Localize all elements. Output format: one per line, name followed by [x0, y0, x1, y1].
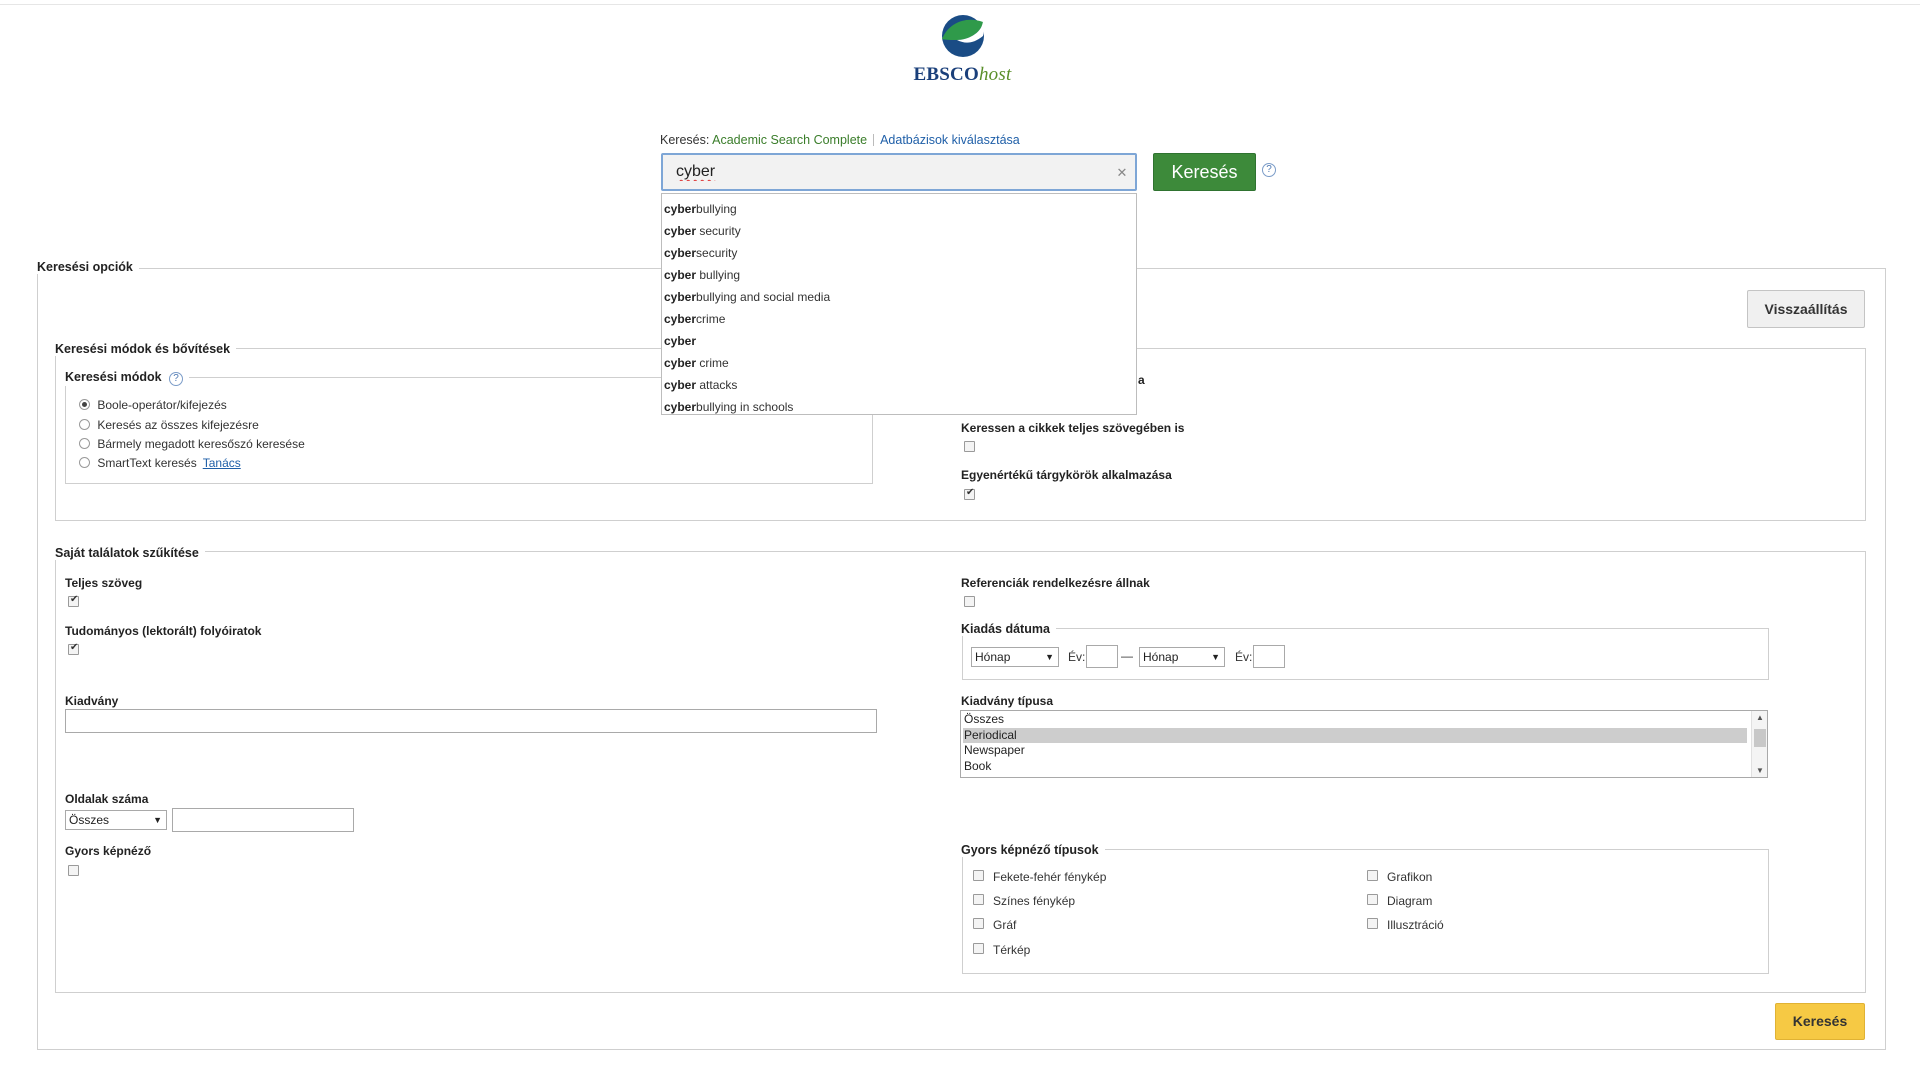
year-to-label: Év: [1235, 650, 1253, 664]
month-from-select[interactable]: Hónap ▼ [971, 647, 1059, 667]
logo-suffix: host [978, 64, 1012, 85]
pages-label: Oldalak száma [65, 792, 149, 806]
quick-image-label: Gyors képnéző [65, 844, 152, 858]
autocomplete-item[interactable]: cyber crime [664, 353, 729, 373]
image-type-option[interactable]: Színes fénykép [973, 894, 1075, 908]
image-type-option[interactable]: Illusztráció [1367, 918, 1444, 932]
search-options-legend: Keresési opciók [35, 260, 139, 274]
clear-icon[interactable]: ✕ [1115, 166, 1129, 180]
mode-option[interactable]: Boole-operátor/kifejezés [79, 398, 227, 412]
image-type-checkbox[interactable] [973, 918, 984, 929]
mode-option[interactable]: Keresés az összes kifejezésre [79, 418, 259, 432]
fulltext-expander-label: Keressen a cikkek teljes szövegében is [961, 421, 1185, 435]
autocomplete-item[interactable]: cyberbullying in schools [664, 397, 793, 417]
mode-option[interactable]: SmartText keresés Tanács [79, 456, 241, 470]
image-type-option[interactable]: Grafikon [1367, 870, 1432, 884]
db-prefix: Keresés: [660, 133, 710, 147]
ebsco-leaf-icon [941, 15, 984, 57]
full-text-checkbox[interactable] [68, 594, 79, 607]
help-icon[interactable]: ? [1262, 163, 1276, 177]
autocomplete-list: cyberbullying cyber security cybersecuri… [661, 193, 1137, 415]
top-divider [0, 4, 1920, 5]
search-modes-help-icon[interactable]: ? [169, 372, 184, 386]
mode-radio[interactable] [79, 457, 90, 468]
logo-wordmark: EBSCOhost [900, 64, 1025, 86]
equivalent-subjects-checkbox[interactable] [964, 487, 975, 500]
autocomplete-item[interactable]: cyber bullying [664, 265, 740, 285]
autocomplete-item[interactable]: cybercrime [664, 309, 725, 329]
image-type-checkbox[interactable] [1367, 918, 1378, 929]
image-type-checkbox[interactable] [1367, 894, 1378, 905]
image-types-box [962, 849, 1769, 974]
pub-type-label: Kiadvány típusa [961, 694, 1054, 708]
autocomplete-item[interactable]: cyber security [664, 221, 741, 241]
peer-reviewed-checkbox[interactable] [68, 642, 79, 655]
image-type-option[interactable]: Térkép [973, 943, 1030, 957]
pub-type-option[interactable]: Book [963, 759, 1747, 774]
image-type-option[interactable]: Fekete-fehér fénykép [973, 870, 1106, 884]
pub-type-option[interactable]: Összes [963, 712, 1747, 727]
autocomplete-item[interactable]: cyber attacks [664, 375, 737, 395]
reset-button[interactable]: Visszaállítás [1747, 290, 1865, 328]
year-to-input[interactable] [1253, 645, 1285, 668]
date-dash: — [1121, 649, 1133, 663]
pages-input[interactable] [172, 808, 354, 832]
publication-label: Kiadvány [65, 694, 119, 708]
scroll-down-icon[interactable]: ▼ [1752, 766, 1767, 775]
pub-type-listbox[interactable]: Összes Periodical Newspaper Book ▲ ▼ [960, 710, 1768, 778]
references-label: Referenciák rendelkezésre állnak [961, 576, 1150, 590]
image-type-checkbox[interactable] [973, 943, 984, 954]
mode-option[interactable]: Bármely megadott keresőszó keresése [79, 437, 305, 451]
ebscohost-logo[interactable]: EBSCOhost [900, 14, 1025, 94]
selected-database: Academic Search Complete [712, 133, 868, 147]
mode-radio[interactable] [79, 419, 90, 430]
scroll-up-icon[interactable]: ▲ [1752, 713, 1767, 722]
references-checkbox[interactable] [964, 596, 975, 607]
mode-radio[interactable] [79, 399, 90, 410]
image-type-checkbox[interactable] [973, 894, 984, 905]
scroll-thumb[interactable] [1754, 729, 1766, 747]
db-separator [873, 134, 875, 146]
fulltext-expander-checkbox[interactable] [964, 441, 975, 452]
database-line: Keresés: Academic Search Complete Adatbáz… [660, 133, 1020, 147]
year-from-input[interactable] [1086, 645, 1118, 668]
pub-type-option[interactable]: Newspaper [963, 743, 1747, 758]
publication-input[interactable] [65, 709, 877, 733]
pub-date-legend: Kiadás dátuma [959, 622, 1056, 636]
search-modes-legend: Keresési módok ? [63, 370, 190, 386]
mode-radio[interactable] [79, 438, 90, 449]
expander-label-partial: a [1138, 373, 1145, 387]
pub-type-scrollbar[interactable]: ▲ ▼ [1751, 711, 1767, 777]
choose-databases-link[interactable]: Adatbázisok kiválasztása [880, 133, 1020, 147]
search-input[interactable] [663, 155, 1135, 189]
image-type-option[interactable]: Gráf [973, 918, 1016, 932]
chevron-down-icon: ▼ [1045, 652, 1054, 662]
year-from-label: Év: [1068, 650, 1086, 664]
month-to-select[interactable]: Hónap ▼ [1139, 647, 1225, 667]
equivalent-subjects-label: Egyenértékű tárgykörök alkalmazása [961, 468, 1172, 482]
image-type-option[interactable]: Diagram [1367, 894, 1432, 908]
search-box: ✕ [661, 153, 1137, 191]
autocomplete-item[interactable]: cyberbullying [664, 199, 737, 219]
image-type-checkbox[interactable] [1367, 870, 1378, 881]
full-text-label: Teljes szöveg [65, 576, 143, 590]
image-type-checkbox[interactable] [973, 870, 984, 881]
peer-reviewed-label: Tudományos (lektorált) folyóiratok [65, 624, 262, 638]
logo-brand: EBSCO [913, 64, 979, 85]
autocomplete-item[interactable]: cyber [664, 331, 696, 351]
search-button[interactable]: Keresés [1153, 153, 1256, 191]
autocomplete-item[interactable]: cyberbullying and social media [664, 287, 830, 307]
modes-expanders-legend: Keresési módok és bővítések [53, 342, 237, 356]
limits-legend: Saját találatok szűkítése [53, 546, 205, 560]
quick-image-checkbox[interactable] [68, 865, 79, 876]
chevron-down-icon: ▼ [153, 815, 162, 825]
bottom-search-button[interactable]: Keresés [1775, 1003, 1865, 1040]
pub-type-option-selected[interactable]: Periodical [963, 728, 1747, 743]
chevron-down-icon: ▼ [1211, 652, 1220, 662]
image-types-legend: Gyors képnéző típusok [959, 843, 1105, 857]
tip-link[interactable]: Tanács [203, 456, 241, 470]
pages-select[interactable]: Összes ▼ [65, 810, 167, 830]
autocomplete-item[interactable]: cybersecurity [664, 243, 737, 263]
